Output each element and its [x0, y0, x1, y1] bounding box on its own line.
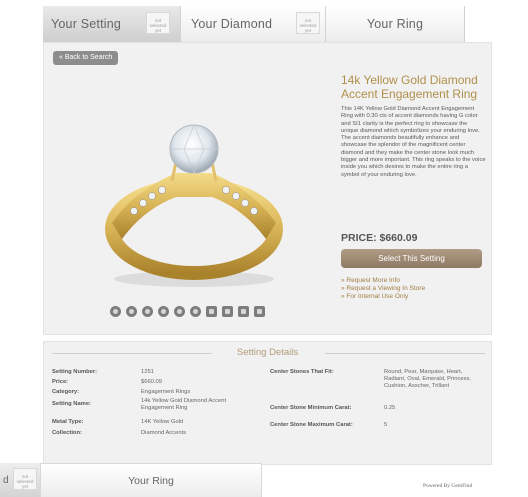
- product-title: 14k Yellow Gold Diamond Accent Engagemen…: [341, 73, 478, 101]
- select-setting-button[interactable]: Select This Setting: [341, 249, 482, 268]
- detail-value: $660.09: [141, 379, 162, 385]
- tab-your-ring[interactable]: Your Ring: [326, 6, 465, 42]
- product-description: This 14K Yellow Gold Diamond Accent Enga…: [341, 106, 486, 178]
- internal-use-link[interactable]: » For Internal Use Only: [341, 293, 425, 301]
- detail-label: Center Stone Minimum Carat:: [270, 405, 352, 411]
- detail-label: Center Stones That Fit:: [270, 369, 334, 375]
- tab-label: Your Ring: [366, 17, 424, 31]
- detail-label: Price:: [52, 379, 69, 385]
- detail-value: 14k Yellow Gold Diamond Accent Engagemen…: [141, 398, 227, 411]
- view-thumbnail[interactable]: [158, 306, 169, 317]
- product-price: PRICE: $660.09: [341, 232, 418, 244]
- view-thumbnail[interactable]: [254, 306, 265, 317]
- not-selected-badge: not selected yet: [146, 12, 170, 34]
- product-links: » Request More Info » Request a Viewing …: [341, 277, 425, 301]
- view-thumbnail[interactable]: [206, 306, 217, 317]
- tab-your-setting[interactable]: Your Setting not selected yet: [43, 6, 181, 42]
- detail-label: Setting Number:: [52, 369, 98, 375]
- request-info-link[interactable]: » Request More Info: [341, 277, 425, 285]
- detail-value: Engagement Rings: [141, 389, 191, 395]
- detail-label: Metal Type:: [52, 419, 84, 425]
- divider: [325, 353, 485, 354]
- detail-label: Category:: [52, 389, 80, 395]
- view-thumbnail[interactable]: [238, 306, 249, 317]
- detail-value: 14K Yellow Gold: [141, 419, 184, 425]
- view-thumbnail[interactable]: [174, 306, 185, 317]
- detail-label: Center Stone Maximum Carat:: [270, 422, 353, 428]
- bottom-tabs: d not selected yet Your Ring: [0, 463, 262, 497]
- detail-value: 1251: [141, 369, 154, 375]
- ring-image: [105, 124, 283, 287]
- detail-value: Diamond Accents: [141, 430, 187, 436]
- product-panel: « Back to Search 14k Yellow Gold Diamond…: [43, 42, 492, 335]
- tab-your-diamond[interactable]: Your Diamond not selected yet: [181, 6, 326, 42]
- tab-label: Your Setting: [51, 17, 122, 31]
- step-tabs: Your Setting not selected yet Your Diamo…: [43, 6, 465, 42]
- view-thumbnails: [110, 306, 265, 317]
- view-thumbnail[interactable]: [190, 306, 201, 317]
- powered-by: Powered By GemFind: [423, 483, 473, 489]
- not-selected-badge: not selected yet: [296, 12, 320, 34]
- view-thumbnail[interactable]: [126, 306, 137, 317]
- detail-value: Round, Pear, Marquise, Heart, Radiant, O…: [384, 369, 471, 389]
- detail-value: 0.25: [384, 405, 396, 411]
- view-thumbnail[interactable]: [222, 306, 233, 317]
- setting-details-panel: Setting Details Setting Number: 1251 Pri…: [43, 341, 492, 465]
- back-to-search-button[interactable]: « Back to Search: [53, 51, 119, 65]
- not-selected-badge: not selected yet: [13, 468, 37, 490]
- detail-value: 5: [384, 422, 388, 428]
- request-viewing-link[interactable]: » Request a Viewing In Store: [341, 285, 425, 293]
- tab-label: Your Diamond: [191, 17, 273, 31]
- tab-label: d: [3, 474, 9, 486]
- detail-label: Collection:: [52, 430, 82, 436]
- view-thumbnail[interactable]: [142, 306, 153, 317]
- tab-label: Your Ring: [128, 474, 174, 487]
- tab-partial[interactable]: d not selected yet: [0, 463, 40, 497]
- detail-label: Setting Name:: [52, 401, 91, 407]
- tab-your-ring-bottom[interactable]: Your Ring: [40, 463, 262, 497]
- view-thumbnail[interactable]: [110, 306, 121, 317]
